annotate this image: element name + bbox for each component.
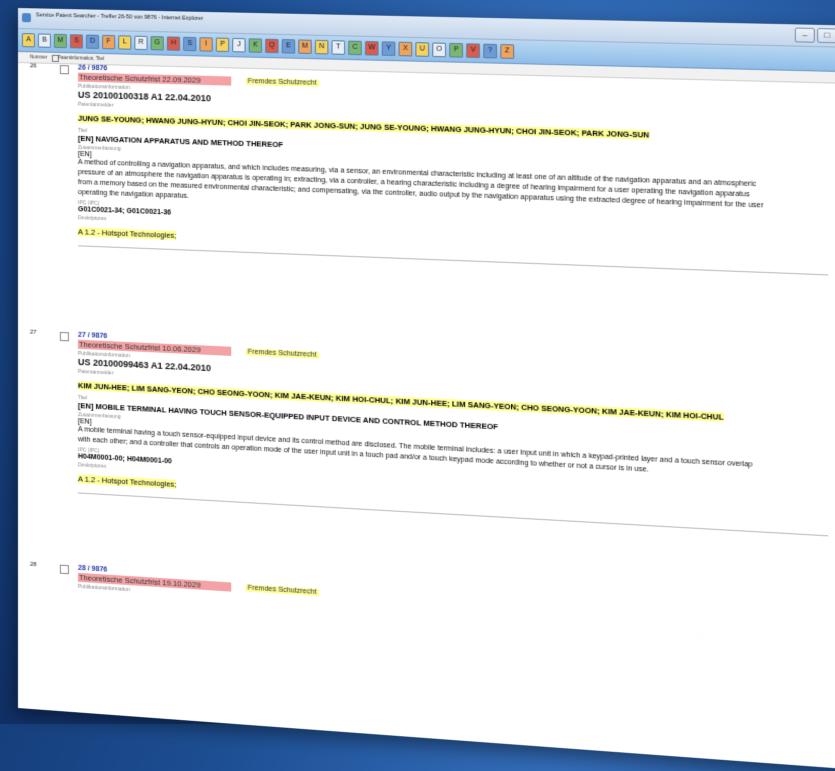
toolbar-button-12-icon[interactable]: I <box>199 37 212 52</box>
toolbar-button-10-icon[interactable]: H <box>167 36 180 50</box>
results-list: 26 26 / 9876 Theoretische Schutzfrist 22… <box>18 61 835 770</box>
row-checkbox[interactable] <box>60 332 69 341</box>
toolbar-button-30-icon[interactable]: Z <box>500 44 514 59</box>
column-info[interactable]: Patentinformation, Titel <box>58 55 104 61</box>
browser-window: Service Patent Searcher - Treffer 26-50 … <box>18 8 835 771</box>
minimize-button[interactable]: – <box>795 28 815 43</box>
toolbar-button-23-icon[interactable]: Y <box>382 41 396 56</box>
table-row: 28 28 / 9876 Theoretische Schutzfrist 19… <box>18 561 835 614</box>
toolbar-button-18-icon[interactable]: M <box>298 39 311 54</box>
toolbar-button-14-icon[interactable]: J <box>232 38 245 53</box>
toolbar-button-22-icon[interactable]: W <box>365 41 379 56</box>
toolbar-button-9-icon[interactable]: G <box>151 36 164 50</box>
toolbar-button-1-icon[interactable]: A <box>22 33 35 47</box>
toolbar-button-21-icon[interactable]: C <box>348 41 362 56</box>
toolbar-button-3-icon[interactable]: M <box>54 34 67 48</box>
toolbar-button-5-icon[interactable]: D <box>86 35 99 49</box>
toolbar-button-19-icon[interactable]: N <box>315 40 329 55</box>
window-controls: – □ ✕ <box>795 28 835 45</box>
toolbar-button-2-icon[interactable]: B <box>38 33 51 47</box>
toolbar-button-27-icon[interactable]: P <box>449 43 463 58</box>
toolbar-button-24-icon[interactable]: X <box>399 42 413 57</box>
table-row: 27 27 / 9876 Theoretische Schutzfrist 10… <box>18 329 835 367</box>
toolbar-button-29-icon[interactable]: ? <box>483 44 497 59</box>
maximize-button[interactable]: □ <box>817 28 835 43</box>
toolbar-button-6-icon[interactable]: F <box>102 35 115 49</box>
descriptors: A 1.2 - Hotspot Technologies; <box>78 474 176 489</box>
row-checkbox[interactable] <box>60 565 69 575</box>
row-number: 26 <box>30 63 37 69</box>
row-divider <box>78 245 828 275</box>
toolbar-button-25-icon[interactable]: U <box>415 42 429 57</box>
toolbar-button-4-icon[interactable]: S <box>70 34 83 48</box>
toolbar-button-8-icon[interactable]: R <box>134 36 147 50</box>
descriptors: A 1.2 - Hotspot Technologies; <box>78 227 176 240</box>
row-number: 28 <box>30 562 37 568</box>
toolbar-button-26-icon[interactable]: O <box>432 43 446 58</box>
column-number[interactable]: Nummer <box>30 54 47 59</box>
toolbar-button-17-icon[interactable]: E <box>282 39 295 54</box>
toolbar-button-20-icon[interactable]: T <box>332 40 346 55</box>
toolbar-button-7-icon[interactable]: L <box>118 35 131 49</box>
app-icon <box>22 13 31 22</box>
row-number: 27 <box>30 330 37 336</box>
toolbar-button-11-icon[interactable]: S <box>183 37 196 51</box>
window-title: Service Patent Searcher - Treffer 26-50 … <box>36 12 203 22</box>
foreign-right-badge: Fremdes Schutzrecht <box>246 348 319 359</box>
toolbar-button-15-icon[interactable]: K <box>249 38 262 53</box>
toolbar-button-13-icon[interactable]: P <box>216 38 229 53</box>
foreign-right-badge: Fremdes Schutzrecht <box>246 78 319 87</box>
row-checkbox[interactable] <box>60 65 69 74</box>
toolbar-button-28-icon[interactable]: V <box>466 43 480 58</box>
toolbar-button-16-icon[interactable]: Q <box>265 39 278 54</box>
